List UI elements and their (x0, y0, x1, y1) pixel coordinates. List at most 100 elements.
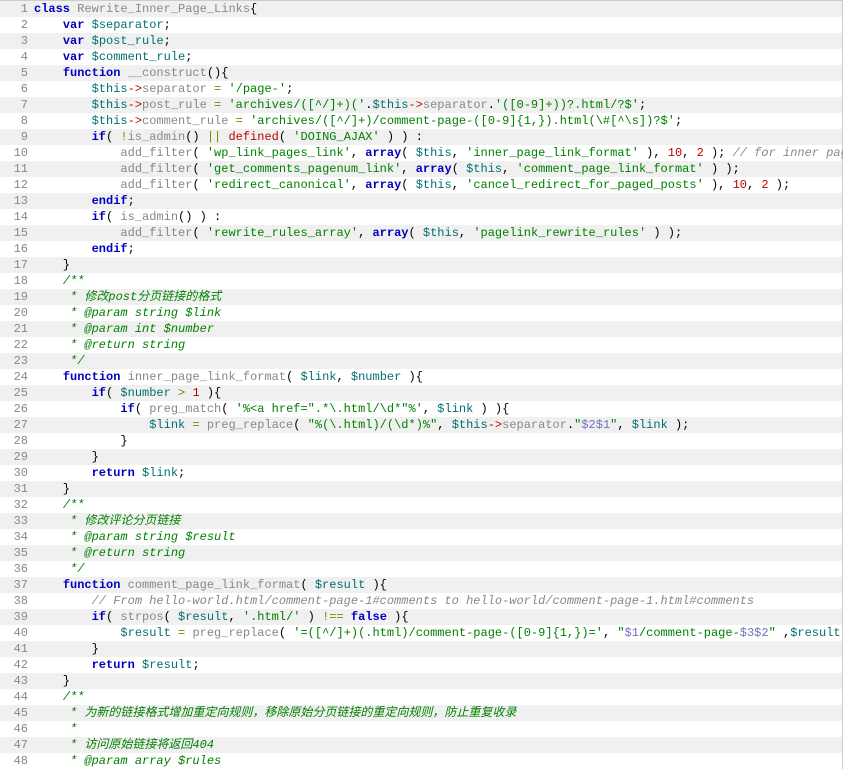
code-content: } (34, 433, 842, 449)
code-line: 7 $this->post_rule = 'archives/([^/]+)('… (0, 97, 842, 113)
code-content: class Rewrite_Inner_Page_Links{ (34, 1, 842, 17)
code-content: var $comment_rule; (34, 49, 842, 65)
code-content: if( strpos( $result, '.html/' ) !== fals… (34, 609, 842, 625)
code-content: * 为新的链接格式增加重定向规则，移除原始分页链接的重定向规则，防止重复收录 (34, 705, 842, 721)
code-line: 9 if( !is_admin() || defined( 'DOING_AJA… (0, 129, 842, 145)
line-number: 29 (0, 449, 34, 465)
code-content: */ (34, 353, 842, 369)
code-line: 35 * @return string (0, 545, 842, 561)
line-number: 37 (0, 577, 34, 593)
code-line: 1class Rewrite_Inner_Page_Links{ (0, 1, 842, 17)
code-line: 8 $this->comment_rule = 'archives/([^/]+… (0, 113, 842, 129)
code-line: 26 if( preg_match( '%<a href=".*\.html/\… (0, 401, 842, 417)
line-number: 1 (0, 1, 34, 17)
code-line: 27 $link = preg_replace( "%(\.html)/(\d*… (0, 417, 842, 433)
line-number: 32 (0, 497, 34, 513)
line-number: 41 (0, 641, 34, 657)
code-content: } (34, 481, 842, 497)
line-number: 17 (0, 257, 34, 273)
line-number: 44 (0, 689, 34, 705)
code-line: 10 add_filter( 'wp_link_pages_link', arr… (0, 145, 842, 161)
code-content: if( is_admin() ) : (34, 209, 842, 225)
line-number: 5 (0, 65, 34, 81)
line-number: 9 (0, 129, 34, 145)
code-line: 39 if( strpos( $result, '.html/' ) !== f… (0, 609, 842, 625)
code-content: $result = preg_replace( '=([^/]+)(.html)… (34, 625, 843, 641)
line-number: 14 (0, 209, 34, 225)
line-number: 13 (0, 193, 34, 209)
code-line: 31 } (0, 481, 842, 497)
line-number: 33 (0, 513, 34, 529)
code-content: * @param array $rules (34, 753, 842, 769)
line-number: 23 (0, 353, 34, 369)
code-line: 13 endif; (0, 193, 842, 209)
code-content: } (34, 449, 842, 465)
code-line: 42 return $result; (0, 657, 842, 673)
line-number: 25 (0, 385, 34, 401)
code-content: * 访问原始链接将返回404 (34, 737, 842, 753)
code-content: $this->post_rule = 'archives/([^/]+)('.$… (34, 97, 842, 113)
line-number: 21 (0, 321, 34, 337)
code-content: add_filter( 'wp_link_pages_link', array(… (34, 145, 843, 161)
code-content: if( $number > 1 ){ (34, 385, 842, 401)
code-content: } (34, 641, 842, 657)
code-viewer: 1class Rewrite_Inner_Page_Links{2 var $s… (0, 0, 843, 769)
code-content: * @param int $number (34, 321, 842, 337)
code-content: /** (34, 497, 842, 513)
line-number: 24 (0, 369, 34, 385)
code-line: 41 } (0, 641, 842, 657)
line-number: 38 (0, 593, 34, 609)
code-line: 38 // From hello-world.html/comment-page… (0, 593, 842, 609)
code-line: 24 function inner_page_link_format( $lin… (0, 369, 842, 385)
code-content: var $post_rule; (34, 33, 842, 49)
code-line: 36 */ (0, 561, 842, 577)
line-number: 4 (0, 49, 34, 65)
line-number: 36 (0, 561, 34, 577)
code-content: endif; (34, 193, 842, 209)
code-content: * 修改post分页链接的格式 (34, 289, 842, 305)
code-content: $this->separator = '/page-'; (34, 81, 842, 97)
code-content: endif; (34, 241, 842, 257)
code-line: 11 add_filter( 'get_comments_pagenum_lin… (0, 161, 842, 177)
line-number: 20 (0, 305, 34, 321)
code-content: $this->comment_rule = 'archives/([^/]+)/… (34, 113, 842, 129)
code-content: * @param string $link (34, 305, 842, 321)
line-number: 10 (0, 145, 34, 161)
code-content: /** (34, 273, 842, 289)
code-line: 21 * @param int $number (0, 321, 842, 337)
line-number: 2 (0, 17, 34, 33)
code-content: } (34, 673, 842, 689)
code-content: * (34, 721, 842, 737)
line-number: 15 (0, 225, 34, 241)
line-number: 40 (0, 625, 34, 641)
code-content: add_filter( 'redirect_canonical', array(… (34, 177, 842, 193)
line-number: 11 (0, 161, 34, 177)
line-number: 12 (0, 177, 34, 193)
line-number: 19 (0, 289, 34, 305)
code-line: 45 * 为新的链接格式增加重定向规则，移除原始分页链接的重定向规则，防止重复收… (0, 705, 842, 721)
line-number: 28 (0, 433, 34, 449)
line-number: 26 (0, 401, 34, 417)
code-line: 22 * @return string (0, 337, 842, 353)
code-line: 17 } (0, 257, 842, 273)
code-content: return $result; (34, 657, 842, 673)
code-content: add_filter( 'rewrite_rules_array', array… (34, 225, 842, 241)
code-line: 28 } (0, 433, 842, 449)
code-content: * 修改评论分页链接 (34, 513, 842, 529)
code-line: 14 if( is_admin() ) : (0, 209, 842, 225)
code-line: 12 add_filter( 'redirect_canonical', arr… (0, 177, 842, 193)
code-line: 43 } (0, 673, 842, 689)
line-number: 34 (0, 529, 34, 545)
code-line: 46 * (0, 721, 842, 737)
code-line: 48 * @param array $rules (0, 753, 842, 769)
line-number: 39 (0, 609, 34, 625)
code-line: 37 function comment_page_link_format( $r… (0, 577, 842, 593)
code-content: add_filter( 'get_comments_pagenum_link',… (34, 161, 842, 177)
code-line: 33 * 修改评论分页链接 (0, 513, 842, 529)
code-line: 47 * 访问原始链接将返回404 (0, 737, 842, 753)
line-number: 31 (0, 481, 34, 497)
code-content: */ (34, 561, 842, 577)
line-number: 16 (0, 241, 34, 257)
code-line: 23 */ (0, 353, 842, 369)
line-number: 42 (0, 657, 34, 673)
